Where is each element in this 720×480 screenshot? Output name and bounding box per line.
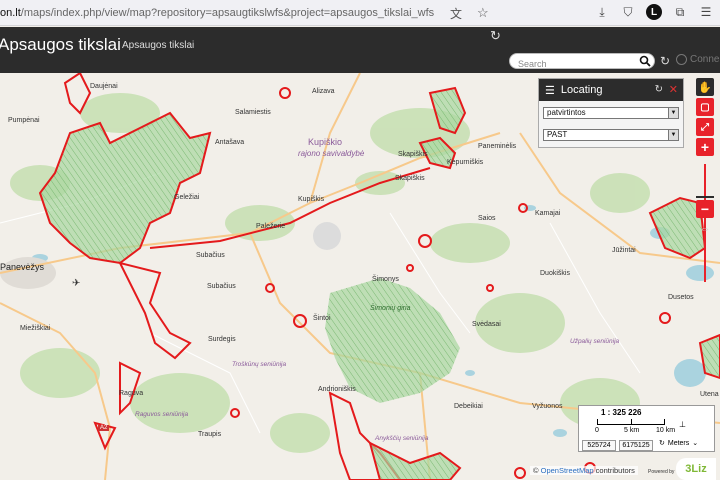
map-label: Subačius — [207, 283, 236, 290]
map-label: Dusetos — [668, 294, 694, 301]
page-title: Apsaugos tikslai — [0, 35, 121, 54]
map-label: Duokiškis — [540, 270, 570, 277]
map-label: rajono savivaldybė — [298, 149, 365, 158]
chevron-down-icon: ▼ — [668, 108, 678, 118]
powered-by: Powered by — [648, 469, 675, 475]
map-label: Svėdasai — [472, 321, 501, 328]
search-icon[interactable] — [639, 55, 651, 67]
lizmap-logo[interactable]: 3Liz — [676, 458, 716, 480]
map-label: Skapiškis — [398, 151, 428, 158]
map-label: Jūžintai — [612, 247, 636, 254]
zoom-extent-icon[interactable]: ⤢ — [696, 118, 714, 136]
map-label: Daujėnai — [90, 83, 118, 90]
map-label: Antašava — [215, 139, 245, 146]
url-path: /maps/index.php/view/map?repository=apsa… — [20, 6, 435, 19]
download-icon[interactable]: ⤓ — [594, 4, 610, 20]
chevron-down-icon: ▼ — [668, 130, 678, 140]
map-label: Kupiškis — [298, 196, 325, 203]
bookmark-star-icon[interactable]: ☆ — [477, 5, 489, 21]
map-label: Paneminėlis — [478, 143, 517, 150]
zoom-out-button[interactable]: − — [696, 200, 714, 218]
pan-hand-icon[interactable]: ✋ — [696, 78, 714, 96]
locating-refresh-icon[interactable]: ↻ — [655, 84, 663, 95]
map-label: Anykščių seniūnija — [375, 435, 429, 442]
menu-icon[interactable]: ☰ — [698, 4, 714, 20]
map-label: Surdegis — [208, 336, 236, 343]
chevron-down-icon: ⌄ — [692, 440, 699, 447]
map-label: Šimonys — [372, 276, 399, 283]
map-label: Traupis — [198, 431, 222, 438]
map-label: Utena — [700, 391, 719, 398]
scale-crosshair-icon: ⊥ — [679, 420, 686, 429]
copyright-symbol: © — [533, 466, 539, 475]
connect-label: Connect — [690, 54, 720, 65]
connect-button[interactable]: Connect — [676, 54, 720, 65]
power-icon — [676, 54, 687, 65]
map-label: Užpalių seniūnija — [570, 338, 620, 345]
map-label: Alizava — [312, 88, 335, 95]
browser-toolbar: on.lt/maps/index.php/view/map?repository… — [0, 0, 720, 26]
zoom-slider-handle[interactable] — [696, 196, 714, 198]
scale-label-10: 10 km — [656, 427, 676, 434]
osm-link[interactable]: OpenStreetMap — [541, 466, 594, 475]
extensions-icon[interactable]: ⧉ — [672, 4, 688, 20]
map-attribution: © OpenStreetMap contributors — [530, 466, 638, 475]
map-label: Raguvos seniūnija — [135, 411, 189, 418]
locating-title: Locating — [560, 84, 603, 96]
locating-select-status[interactable]: PAST ▼ — [543, 129, 679, 141]
units-value: Meters — [667, 439, 690, 447]
map-label: Panevėžys — [0, 262, 45, 272]
road-shield: A2 — [98, 425, 110, 431]
map-label: Paležerie — [256, 223, 286, 230]
map-label: Vyžuonos — [532, 403, 563, 410]
zoom-in-button[interactable]: + — [696, 138, 714, 156]
map-label: Šintoi — [313, 315, 331, 322]
map-label: Troškūnų seniūnija — [232, 361, 287, 368]
airport-icon: ✈ — [72, 278, 81, 289]
locating-select-layer[interactable]: patvirtintos ▼ — [543, 107, 679, 119]
url-host: on.lt — [0, 6, 21, 19]
map-label: Andrioniškis — [318, 386, 356, 393]
map-label: Skapiškis — [395, 175, 425, 182]
logo-text: 3Liz — [685, 463, 707, 475]
attribution-suffix: contributors — [595, 466, 635, 475]
search-input[interactable] — [510, 57, 630, 71]
profile-avatar[interactable]: L — [646, 4, 662, 20]
locate-icon: ☰ — [545, 84, 555, 97]
scale-ratio: 1 : 325 226 — [601, 408, 642, 417]
search-box — [509, 53, 655, 71]
locating-select-value: PAST — [547, 130, 568, 139]
map-label: Kepurniškis — [447, 159, 484, 166]
scale-panel: 1 : 325 226 0 5 km 10 km ⊥ 525724 617512… — [578, 405, 715, 452]
shield-icon[interactable]: ⛉ — [620, 4, 636, 20]
translate-icon[interactable]: 文 — [450, 5, 462, 22]
address-bar[interactable]: on.lt/maps/index.php/view/map?repository… — [0, 7, 460, 19]
previous-view-icon[interactable]: ⇔ — [696, 220, 714, 238]
map-label: Salamiestis — [235, 109, 271, 116]
scale-label-5: 5 km — [624, 427, 640, 434]
map-label: Debeikiai — [454, 403, 483, 410]
map-label: Šimonių giria — [370, 305, 411, 312]
locating-select-value: patvirtintos — [547, 108, 586, 117]
page-subtitle: Apsaugos tikslai — [122, 40, 195, 51]
refresh-coords-icon: ↻ — [659, 440, 665, 447]
search-refresh-icon[interactable]: ↻ — [490, 28, 501, 44]
map-label: Geležiai — [174, 194, 200, 201]
scale-bar — [597, 417, 665, 425]
map-label: Kupiškio — [308, 137, 343, 147]
map-label: Raguva — [119, 390, 144, 397]
units-select[interactable]: ↻ Meters ⌄ — [659, 437, 712, 449]
map-label: Miežiškiai — [20, 325, 51, 332]
coord-x: 525724 — [582, 440, 616, 451]
clear-search-icon[interactable]: ↻ — [660, 54, 670, 68]
map-label: Subačius — [196, 252, 225, 259]
close-icon[interactable]: ✕ — [669, 83, 678, 96]
map-label: Pumpėnai — [8, 117, 40, 124]
zoom-box-icon[interactable]: ▢ — [696, 98, 714, 116]
locating-panel: ☰ Locating ↻ ✕ patvirtintos ▼ PAST ▼ — [538, 78, 684, 148]
map-label: Saios — [478, 215, 496, 222]
map-label: Kamajai — [535, 210, 561, 217]
coord-y: 6175125 — [619, 440, 653, 451]
scale-label-0: 0 — [595, 427, 599, 434]
